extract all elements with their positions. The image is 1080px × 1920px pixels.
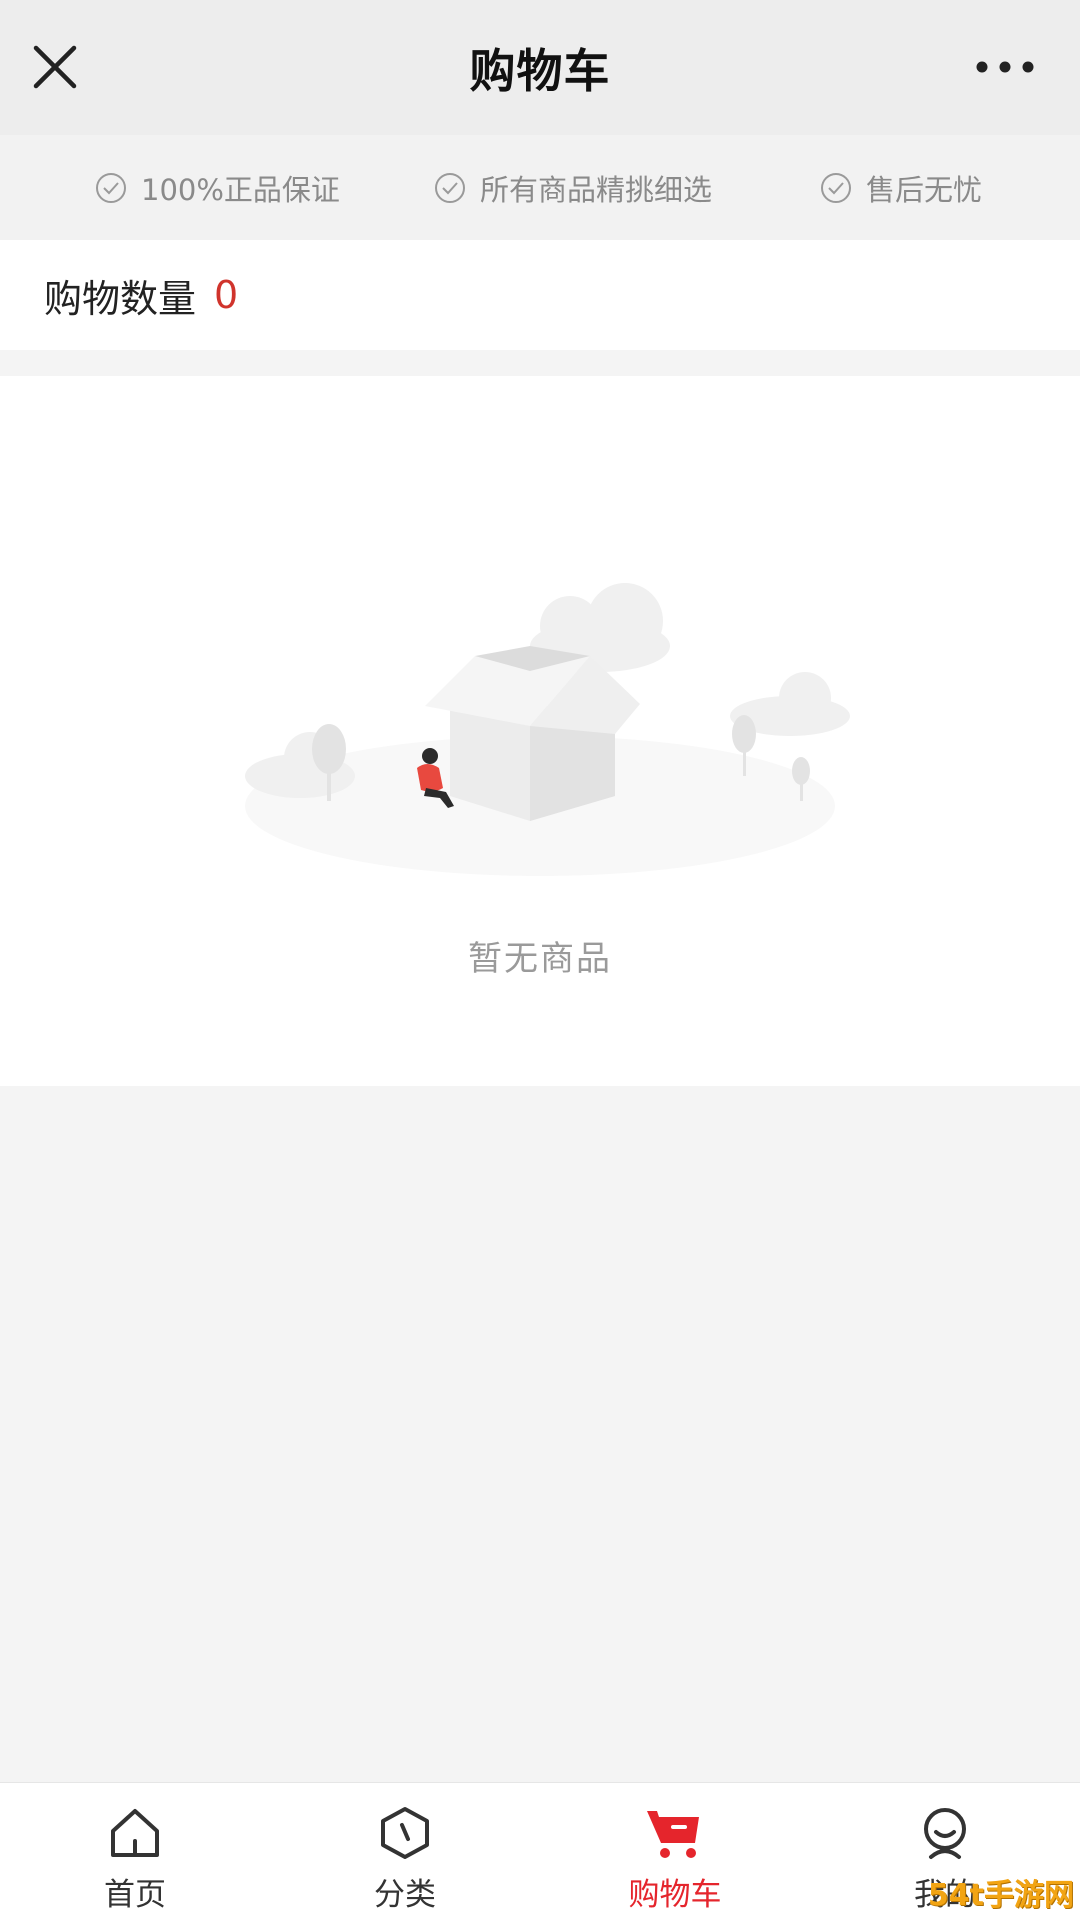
check-circle-icon — [821, 173, 851, 203]
guarantee-item: 售后无忧 — [820, 167, 982, 209]
cart-count-label: 购物数量 — [44, 276, 197, 321]
empty-message: 暂无商品 — [468, 939, 612, 979]
tab-cart[interactable]: 购物车 — [540, 1783, 810, 1920]
top-navigation-bar: 购物车 — [0, 0, 1080, 135]
cart-icon — [647, 1811, 699, 1858]
guarantee-label: 所有商品精挑细选 — [480, 173, 713, 207]
tab-label: 分类 — [374, 1877, 436, 1913]
tab-home[interactable]: 首页 — [0, 1783, 270, 1920]
tab-category[interactable]: 分类 — [270, 1783, 540, 1920]
guarantee-item: 所有商品精挑细选 — [434, 167, 712, 209]
close-icon — [33, 45, 77, 89]
profile-icon — [924, 1808, 966, 1859]
tab-label: 首页 — [104, 1877, 166, 1913]
more-button[interactable] — [970, 52, 1040, 82]
watermark-logo: 54t手游网 — [927, 1878, 1074, 1913]
empty-box-illustration — [245, 583, 850, 876]
close-button[interactable] — [28, 40, 82, 94]
category-icon — [381, 1807, 429, 1859]
page-title: 购物车 — [469, 43, 611, 98]
guarantee-item: 100%正品保证 — [95, 167, 340, 209]
check-circle-icon — [96, 173, 126, 203]
empty-state: 暂无商品 — [0, 376, 1080, 1086]
tab-label: 购物车 — [628, 1877, 722, 1913]
more-icon — [976, 61, 1034, 73]
guarantee-label: 售后无忧 — [866, 173, 983, 207]
bottom-tab-bar: 首页 分类 购物车 我的 — [0, 1782, 1080, 1920]
check-circle-icon — [435, 173, 465, 203]
home-icon — [111, 1809, 159, 1857]
cart-count-row: 购物数量 0 — [0, 240, 1080, 350]
cart-count-value: 0 — [214, 273, 239, 317]
guarantee-label: 100%正品保证 — [141, 173, 340, 207]
guarantee-strip: 100%正品保证 所有商品精挑细选 售后无忧 — [0, 135, 1080, 240]
